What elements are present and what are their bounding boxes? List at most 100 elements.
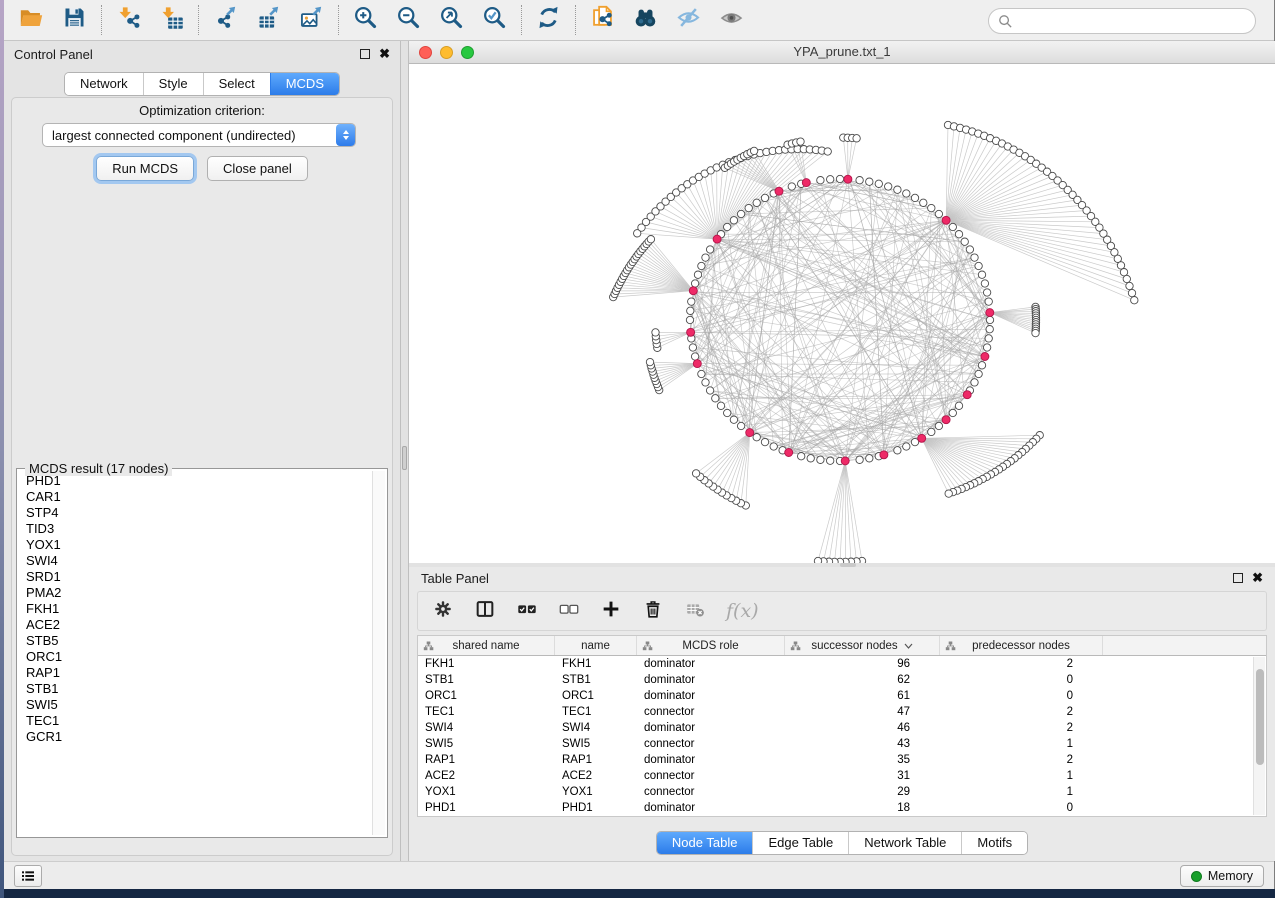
open-session-button[interactable] (10, 2, 53, 38)
cell-successor-nodes[interactable]: 61 (785, 688, 940, 704)
cell-predecessor-nodes[interactable]: 2 (940, 752, 1103, 768)
cell-predecessor-nodes[interactable]: 0 (940, 672, 1103, 688)
cell-shared-name[interactable]: RAP1 (418, 752, 555, 768)
cell-name[interactable]: SWI4 (555, 720, 637, 736)
cell-MCDS-role[interactable]: dominator (637, 656, 785, 672)
search-box[interactable] (988, 8, 1256, 34)
table-row[interactable]: SWI5SWI5connector431 (418, 736, 1266, 752)
cell-shared-name[interactable]: TEC1 (418, 704, 555, 720)
mcds-result-item[interactable]: PHD1 (19, 473, 371, 489)
deselect-all-checkboxes-button[interactable] (558, 598, 580, 625)
network-canvas[interactable] (409, 64, 1275, 563)
cell-MCDS-role[interactable]: connector (637, 736, 785, 752)
mcds-result-item[interactable]: YOX1 (19, 537, 371, 553)
mcds-result-item[interactable]: STB1 (19, 681, 371, 697)
tab-network-table[interactable]: Network Table (848, 832, 961, 854)
column-header-predecessor-nodes[interactable]: predecessor nodes (940, 636, 1103, 655)
cell-successor-nodes[interactable]: 43 (785, 736, 940, 752)
mcds-result-item[interactable]: SWI5 (19, 697, 371, 713)
cell-predecessor-nodes[interactable]: 2 (940, 720, 1103, 736)
cell-shared-name[interactable]: ACE2 (418, 768, 555, 784)
tab-select[interactable]: Select (203, 73, 270, 95)
minimize-window-button[interactable] (440, 46, 453, 59)
search-network-button[interactable] (624, 2, 667, 38)
cell-name[interactable]: PHD1 (555, 800, 637, 816)
cell-successor-nodes[interactable]: 47 (785, 704, 940, 720)
column-header-name[interactable]: name (555, 636, 637, 655)
cell-name[interactable]: RAP1 (555, 752, 637, 768)
zoom-out-button[interactable] (387, 2, 430, 38)
close-table-panel-icon[interactable]: ✖ (1252, 573, 1263, 583)
cell-MCDS-role[interactable]: dominator (637, 688, 785, 704)
table-row[interactable]: ORC1ORC1dominator610 (418, 688, 1266, 704)
table-row[interactable]: PHD1PHD1dominator180 (418, 800, 1266, 816)
tab-style[interactable]: Style (143, 73, 203, 95)
cell-successor-nodes[interactable]: 29 (785, 784, 940, 800)
cell-MCDS-role[interactable]: connector (637, 768, 785, 784)
mcds-result-item[interactable]: TID3 (19, 521, 371, 537)
add-column-button[interactable] (600, 598, 622, 625)
zoom-fit-button[interactable] (430, 2, 473, 38)
cell-name[interactable]: SWI5 (555, 736, 637, 752)
mcds-result-item[interactable]: PMA2 (19, 585, 371, 601)
mcds-result-item[interactable]: CAR1 (19, 489, 371, 505)
export-network-button[interactable] (204, 2, 247, 38)
cell-shared-name[interactable]: ORC1 (418, 688, 555, 704)
table-row[interactable]: YOX1YOX1connector291 (418, 784, 1266, 800)
import-table-button[interactable] (150, 2, 193, 38)
zoom-selected-button[interactable] (473, 2, 516, 38)
hide-selected-button[interactable] (667, 2, 710, 38)
export-image-button[interactable] (290, 2, 333, 38)
save-session-button[interactable] (53, 2, 96, 38)
column-header-shared-name[interactable]: shared name (418, 636, 555, 655)
table-scrollbar[interactable] (1253, 657, 1265, 815)
cell-MCDS-role[interactable]: dominator (637, 672, 785, 688)
cell-MCDS-role[interactable]: connector (637, 784, 785, 800)
column-header-MCDS-role[interactable]: MCDS role (637, 636, 785, 655)
cell-predecessor-nodes[interactable]: 0 (940, 800, 1103, 816)
cell-MCDS-role[interactable]: dominator (637, 720, 785, 736)
close-panel-button[interactable]: Close panel (207, 156, 308, 181)
cell-shared-name[interactable]: STB1 (418, 672, 555, 688)
vertical-splitter-handle[interactable] (402, 446, 407, 470)
cell-successor-nodes[interactable]: 31 (785, 768, 940, 784)
memory-button[interactable]: Memory (1180, 865, 1264, 887)
tab-node-table[interactable]: Node Table (657, 832, 753, 854)
table-row[interactable]: TEC1TEC1connector472 (418, 704, 1266, 720)
clone-network-button[interactable] (581, 2, 624, 38)
mcds-result-item[interactable]: STB5 (19, 633, 371, 649)
cell-shared-name[interactable]: PHD1 (418, 800, 555, 816)
table-row[interactable]: ACE2ACE2connector311 (418, 768, 1266, 784)
search-input[interactable] (1018, 14, 1238, 29)
column-header-successor-nodes[interactable]: successor nodes (785, 636, 940, 655)
optimization-criterion-select[interactable]: largest connected component (undirected) (42, 123, 356, 147)
cell-predecessor-nodes[interactable]: 1 (940, 736, 1103, 752)
close-window-button[interactable] (419, 46, 432, 59)
run-mcds-button[interactable]: Run MCDS (96, 156, 194, 181)
cell-predecessor-nodes[interactable]: 0 (940, 688, 1103, 704)
show-all-button[interactable] (710, 2, 753, 38)
mcds-result-item[interactable]: RAP1 (19, 665, 371, 681)
mcds-result-item[interactable]: SRD1 (19, 569, 371, 585)
cell-name[interactable]: FKH1 (555, 656, 637, 672)
select-all-checkboxes-button[interactable] (516, 598, 538, 625)
cell-name[interactable]: TEC1 (555, 704, 637, 720)
task-history-button[interactable] (14, 865, 42, 887)
cell-MCDS-role[interactable]: dominator (637, 800, 785, 816)
mcds-result-item[interactable]: ORC1 (19, 649, 371, 665)
close-panel-icon[interactable]: ✖ (379, 49, 390, 59)
maximize-window-button[interactable] (461, 46, 474, 59)
split-panel-button[interactable] (474, 598, 496, 625)
cell-predecessor-nodes[interactable]: 2 (940, 704, 1103, 720)
tab-network[interactable]: Network (65, 73, 143, 95)
cell-MCDS-role[interactable]: connector (637, 704, 785, 720)
cell-name[interactable]: STB1 (555, 672, 637, 688)
mcds-result-item[interactable]: FKH1 (19, 601, 371, 617)
cell-shared-name[interactable]: YOX1 (418, 784, 555, 800)
cell-MCDS-role[interactable]: dominator (637, 752, 785, 768)
tab-mcds[interactable]: MCDS (270, 73, 339, 95)
tab-edge-table[interactable]: Edge Table (752, 832, 848, 854)
table-row[interactable]: RAP1RAP1dominator352 (418, 752, 1266, 768)
mcds-result-list[interactable]: PHD1CAR1STP4TID3YOX1SWI4SRD1PMA2FKH1ACE2… (19, 473, 371, 835)
delete-column-button[interactable] (642, 598, 664, 625)
